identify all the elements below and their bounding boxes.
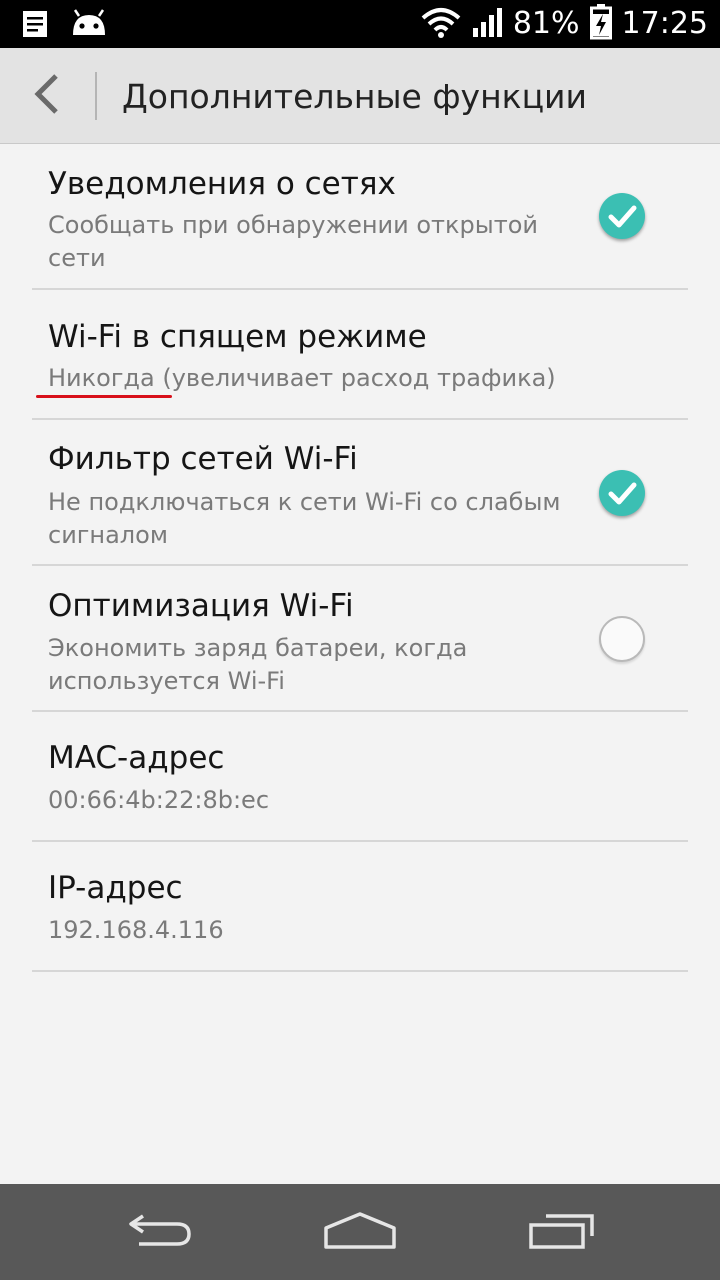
checkbox-wifi-optimization[interactable] bbox=[599, 616, 645, 662]
list-item-mac-address: MAC-адрес 00:66:4b:22:8b:ec bbox=[32, 712, 688, 842]
checkmark-icon bbox=[608, 482, 637, 505]
settings-list: Уведомления о сетях Сообщать при обнаруж… bbox=[0, 144, 720, 972]
android-icon bbox=[70, 9, 108, 43]
signal-icon bbox=[471, 6, 503, 42]
list-item-wifi-sleep[interactable]: Wi-Fi в спящем режиме Никогда (увеличива… bbox=[32, 290, 688, 420]
list-item-wifi-filter[interactable]: Фильтр сетей Wi-Fi Не подключаться к сет… bbox=[32, 420, 688, 566]
item-subtitle: Никогда (увеличивает расход трафика) bbox=[48, 364, 556, 392]
wifi-icon bbox=[421, 6, 461, 42]
list-item-wifi-optimization[interactable]: Оптимизация Wi-Fi Экономить заряд батаре… bbox=[32, 566, 688, 712]
item-title: MAC-адрес bbox=[48, 740, 225, 776]
list-item-network-notifications[interactable]: Уведомления о сетях Сообщать при обнаруж… bbox=[32, 144, 688, 290]
item-subtitle: Экономить заряд батареи, когда используе… bbox=[48, 634, 468, 695]
battery-charging-icon bbox=[589, 4, 612, 44]
action-bar-divider bbox=[95, 72, 97, 120]
item-title: Фильтр сетей Wi-Fi bbox=[48, 441, 358, 477]
action-bar: Дополнительные функции bbox=[0, 48, 720, 144]
notes-icon bbox=[20, 8, 52, 44]
checkbox-wifi-filter[interactable] bbox=[599, 470, 645, 516]
red-underline-annotation bbox=[36, 395, 172, 398]
nav-recent-apps-button[interactable] bbox=[512, 1200, 612, 1264]
home-icon bbox=[322, 1210, 398, 1254]
status-bar: 81% 17:25 bbox=[0, 0, 720, 48]
item-title: IP-адрес bbox=[48, 870, 183, 906]
ip-address-value: 192.168.4.116 bbox=[48, 916, 224, 944]
chevron-left-icon bbox=[32, 73, 62, 119]
item-title: Оптимизация Wi-Fi bbox=[48, 588, 354, 624]
nav-home-button[interactable] bbox=[310, 1200, 410, 1264]
item-subtitle: Сообщать при обнаружении открытой сети bbox=[48, 211, 538, 272]
navigation-bar bbox=[0, 1184, 720, 1280]
list-item-ip-address: IP-адрес 192.168.4.116 bbox=[32, 842, 688, 972]
back-button[interactable] bbox=[16, 62, 78, 130]
nav-back-button[interactable] bbox=[110, 1200, 210, 1264]
item-title: Уведомления о сетях bbox=[48, 166, 396, 202]
item-title: Wi-Fi в спящем режиме bbox=[48, 319, 427, 355]
mac-address-value: 00:66:4b:22:8b:ec bbox=[48, 786, 270, 814]
recent-apps-icon bbox=[526, 1210, 598, 1254]
back-arrow-icon bbox=[125, 1210, 195, 1254]
page-title: Дополнительные функции bbox=[122, 77, 587, 116]
battery-percent: 81% bbox=[512, 6, 580, 41]
checkbox-network-notifications[interactable] bbox=[599, 193, 645, 239]
checkmark-icon bbox=[608, 205, 637, 228]
item-subtitle: Не подключаться к сети Wi-Fi со слабым с… bbox=[48, 488, 561, 549]
clock: 17:25 bbox=[621, 6, 708, 41]
